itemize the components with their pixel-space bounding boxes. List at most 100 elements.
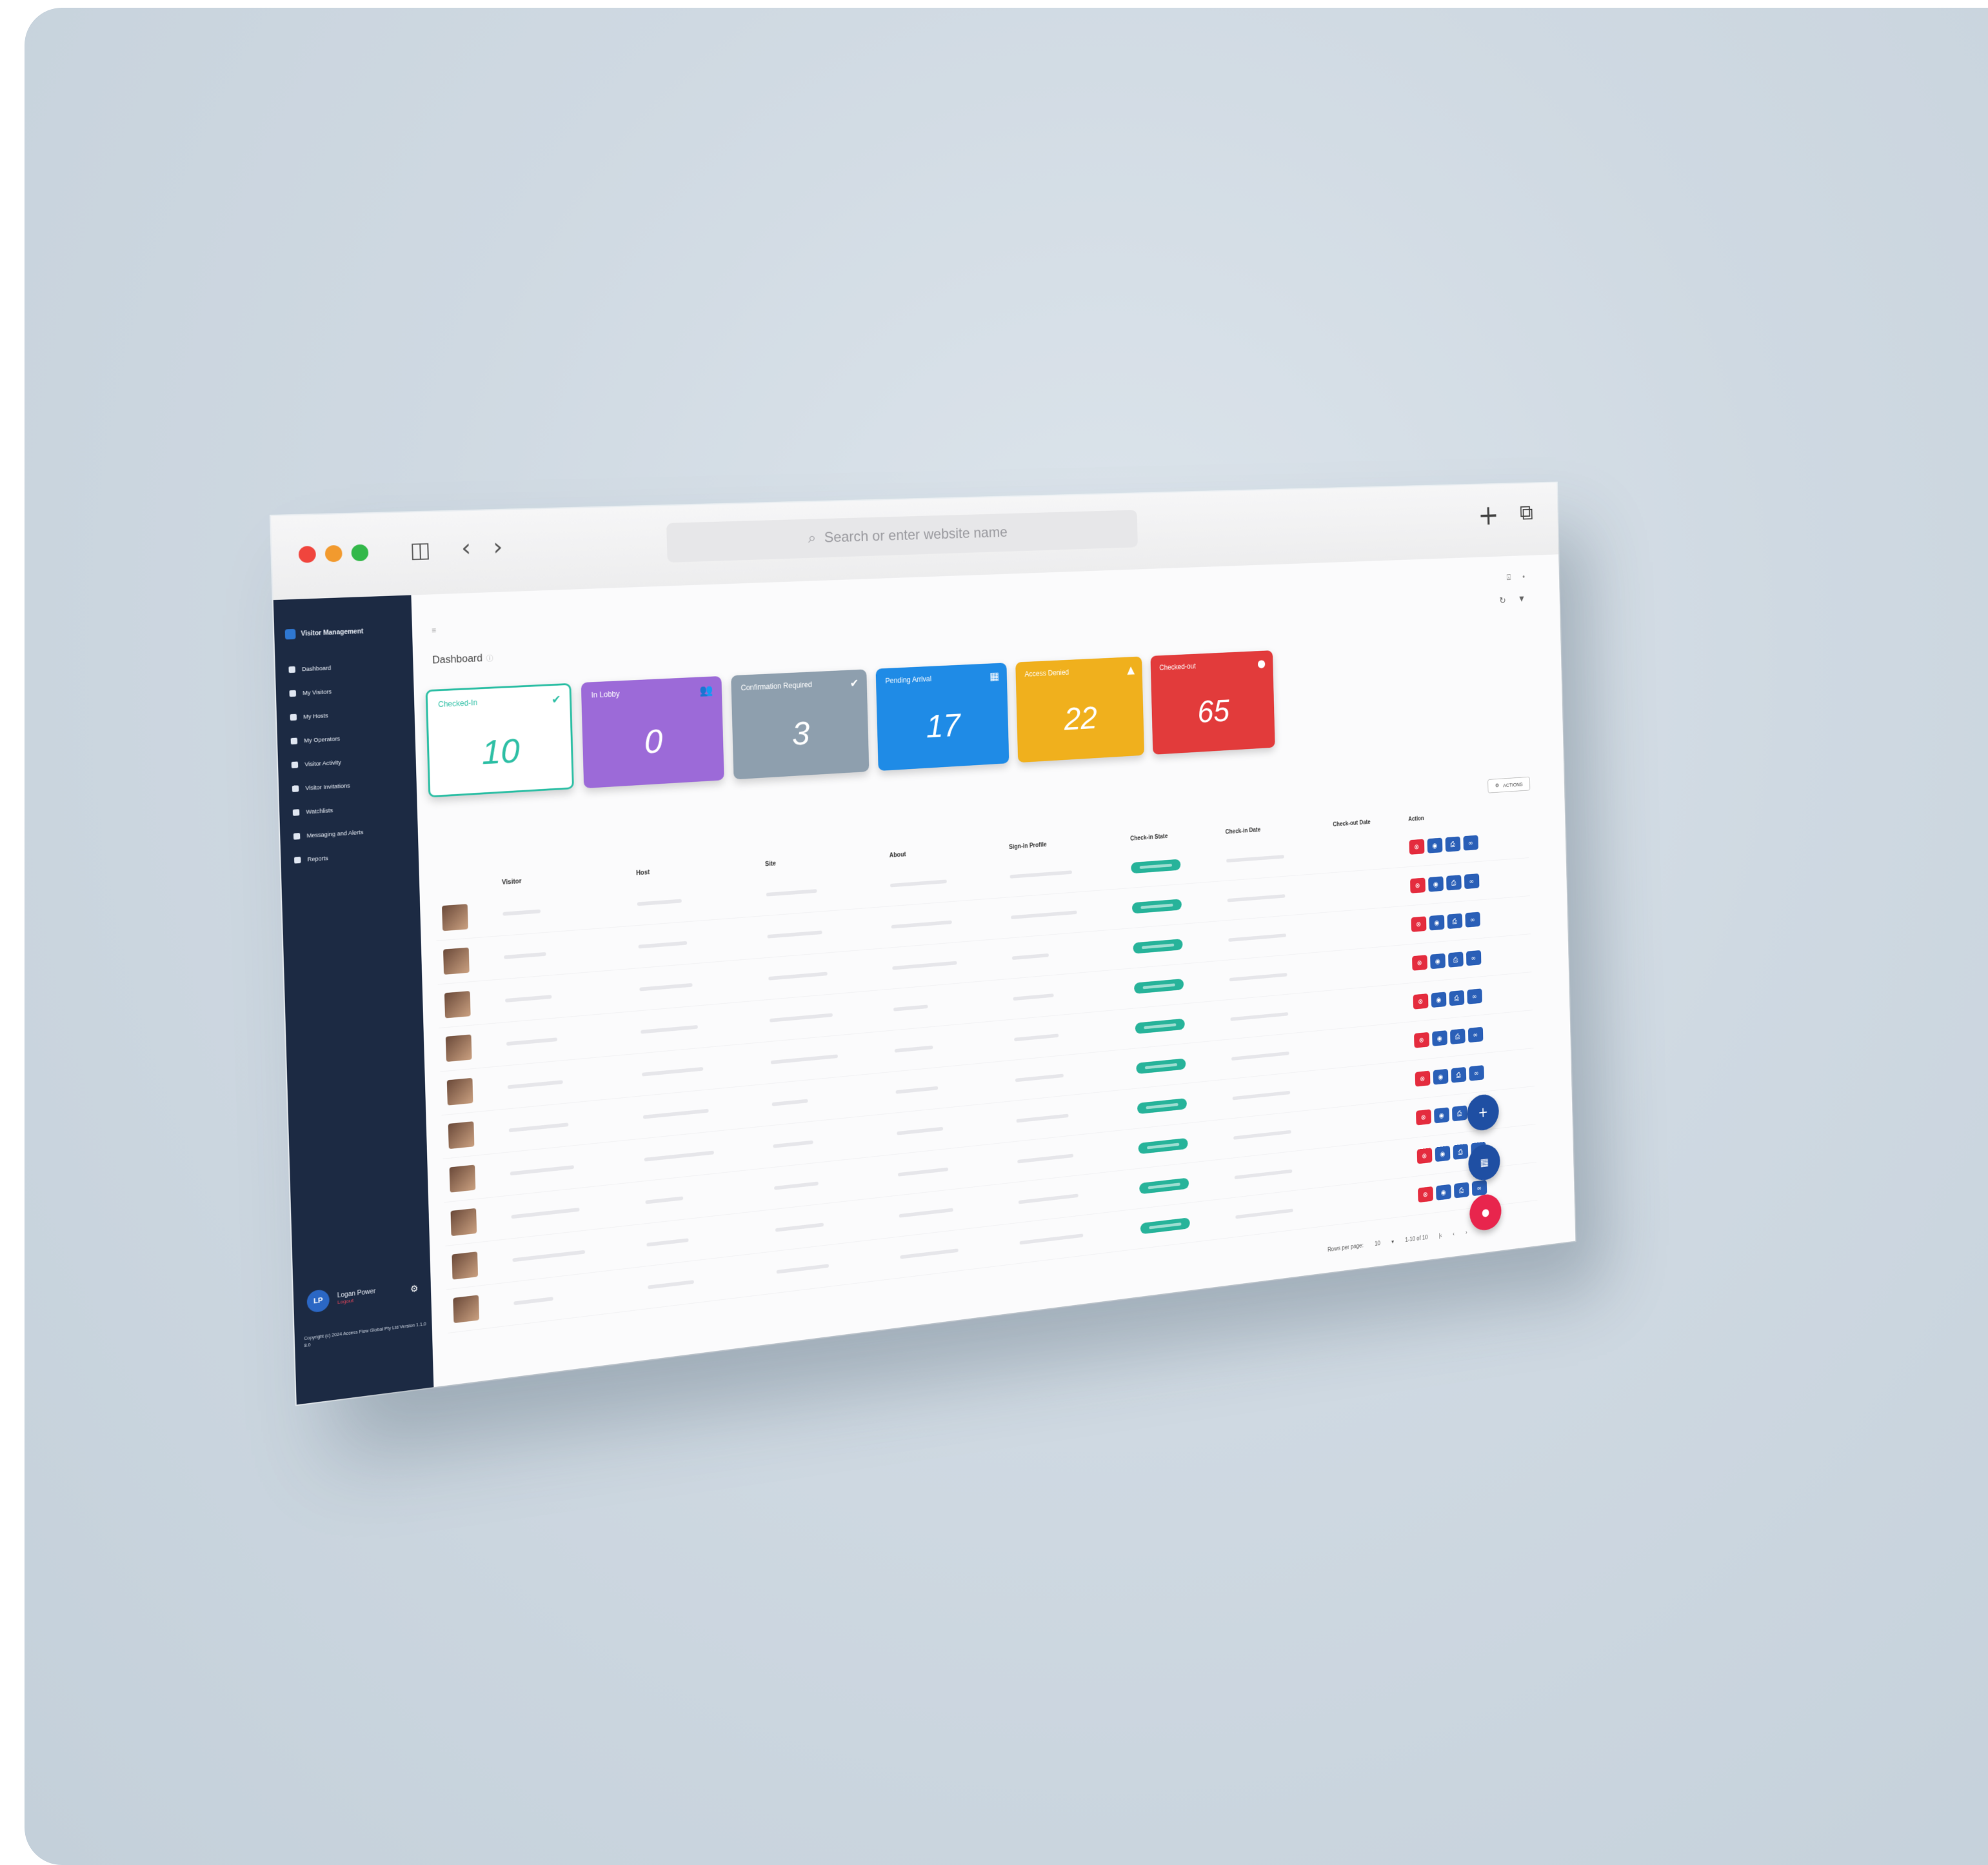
sidebar-item-label: Visitor Activity — [304, 759, 342, 768]
view-button[interactable]: ◉ — [1427, 837, 1443, 853]
view-button[interactable]: ◉ — [1433, 1068, 1449, 1085]
link-button[interactable]: ∞ — [1471, 1180, 1487, 1197]
delete-button[interactable]: ⊗ — [1409, 839, 1425, 855]
main-content: ≡ ⍓ • ↻ ▼ Dashboard ⓘ Checked-In ✔ 10 In Lob… — [411, 554, 1575, 1387]
address-bar[interactable]: ⌕ Search or enter website name — [666, 510, 1138, 563]
info-icon[interactable]: ⓘ — [486, 655, 493, 663]
brand[interactable]: Visitor Management — [284, 626, 364, 640]
view-button[interactable]: ◉ — [1435, 1146, 1451, 1162]
stat-card-value: 65 — [1197, 693, 1230, 730]
sidebar-item-reports[interactable]: Reports — [293, 844, 364, 872]
link-button[interactable]: ∞ — [1464, 912, 1480, 928]
link-button[interactable]: ∞ — [1466, 950, 1482, 966]
menu-icon[interactable]: ≡ — [432, 626, 436, 635]
invitations-icon — [292, 784, 299, 792]
filter-icon[interactable]: ▼ — [1518, 594, 1526, 606]
check-out-date-cell — [1329, 906, 1407, 952]
stat-card-label: Access Denied — [1024, 668, 1069, 679]
minimize-dot[interactable] — [324, 544, 343, 563]
stat-card[interactable]: Access Denied ▲ 22 — [1015, 656, 1145, 763]
back-icon[interactable]: ‹ — [461, 534, 471, 562]
watchlists-icon — [292, 808, 300, 816]
stat-card-value: 17 — [925, 707, 961, 745]
stat-card[interactable]: Pending Arrival ▦ 17 — [875, 663, 1009, 772]
rows-per-page-select[interactable]: 10 — [1375, 1241, 1380, 1248]
delete-button[interactable]: ⊗ — [1415, 1070, 1431, 1087]
gear-icon: ⚙ — [1495, 782, 1500, 788]
view-button[interactable]: ◉ — [1431, 992, 1447, 1008]
print-button[interactable]: ⎙ — [1447, 913, 1462, 930]
status-badge — [1136, 1057, 1186, 1074]
sidebar-item-dashboard[interactable]: Dashboard — [288, 655, 359, 682]
sidebar-item-activity[interactable]: Visitor Activity — [291, 749, 361, 777]
view-button[interactable]: ◉ — [1435, 1184, 1451, 1201]
sidebar-item-operators[interactable]: My Operators — [290, 726, 361, 753]
maximize-dot[interactable] — [351, 544, 369, 562]
delete-button[interactable]: ⊗ — [1415, 1109, 1431, 1126]
delete-button[interactable]: ⊗ — [1413, 993, 1429, 1010]
stat-card[interactable]: In Lobby 👥 0 — [581, 675, 724, 789]
status-badge — [1138, 1137, 1188, 1154]
print-button[interactable]: ⎙ — [1453, 1182, 1469, 1199]
print-button[interactable]: ⎙ — [1447, 952, 1464, 968]
link-button[interactable]: ∞ — [1463, 835, 1478, 851]
visitors-table: Visitor Host Site About Sign-in Profile Check… — [435, 803, 1538, 1333]
sidebar-item-invitations[interactable]: Visitor Invitations — [292, 773, 362, 801]
print-button[interactable]: ⎙ — [1449, 990, 1464, 1006]
stat-card[interactable]: Checked-out ● 65 — [1150, 650, 1275, 755]
delete-button[interactable]: ⊗ — [1417, 1186, 1433, 1203]
user-profile[interactable]: LP Logan Power Logout — [306, 1284, 376, 1313]
print-button[interactable]: ⎙ — [1449, 1028, 1466, 1045]
print-button[interactable]: ⎙ — [1451, 1105, 1467, 1122]
person-icon[interactable]: ⍓ — [1507, 573, 1511, 583]
close-dot[interactable] — [298, 546, 317, 563]
delete-button[interactable]: ⊗ — [1416, 1148, 1433, 1164]
delete-button[interactable]: ⊗ — [1411, 955, 1427, 971]
sidebar-item-hosts[interactable]: My Hosts — [290, 702, 360, 729]
check-out-date-cell — [1331, 983, 1409, 1030]
view-button[interactable]: ◉ — [1429, 915, 1445, 931]
print-button[interactable]: ⎙ — [1446, 875, 1462, 891]
print-button[interactable]: ⎙ — [1453, 1143, 1468, 1160]
sidebar-toggle-icon[interactable]: ◫ — [410, 537, 431, 563]
stat-card[interactable]: Checked-In ✔ 10 — [425, 683, 574, 798]
stat-card-value: 10 — [481, 732, 521, 772]
stat-card-label: Pending Arrival — [885, 674, 932, 686]
link-button[interactable]: ∞ — [1466, 988, 1482, 1004]
new-tab-icon[interactable]: + — [1478, 499, 1499, 532]
page-title: Dashboard ⓘ — [432, 653, 493, 667]
link-button[interactable]: ∞ — [1468, 1065, 1484, 1081]
tabs-icon[interactable]: ⧉ — [1520, 500, 1534, 525]
gear-icon[interactable]: ⚙ — [410, 1283, 419, 1295]
print-button[interactable]: ⎙ — [1445, 836, 1460, 852]
delete-button[interactable]: ⊗ — [1413, 1032, 1429, 1048]
stat-card[interactable]: Confirmation Required ✔ 3 — [731, 669, 870, 780]
view-button[interactable]: ◉ — [1433, 1107, 1449, 1124]
link-button[interactable]: ∞ — [1464, 873, 1480, 890]
actions-button[interactable]: ⚙ ACTIONS — [1487, 776, 1531, 793]
first-page-icon[interactable]: |‹ — [1439, 1233, 1442, 1239]
delete-button[interactable]: ⊗ — [1411, 916, 1427, 932]
delete-button[interactable]: ⊗ — [1409, 877, 1426, 893]
photo-cell — [436, 936, 499, 984]
visitor-photo — [452, 1252, 479, 1280]
warning-icon: ▲ — [1126, 663, 1135, 677]
notification-icon[interactable]: • — [1522, 572, 1525, 582]
forward-icon[interactable]: › — [493, 533, 503, 561]
next-page-icon[interactable]: › — [1466, 1230, 1467, 1236]
brand-logo-icon — [284, 628, 296, 640]
photo-cell — [444, 1195, 506, 1246]
refresh-icon[interactable]: ↻ — [1499, 595, 1506, 606]
prev-page-icon[interactable]: ‹ — [1453, 1232, 1455, 1238]
view-button[interactable]: ◉ — [1431, 1030, 1447, 1046]
view-button[interactable]: ◉ — [1427, 876, 1444, 892]
exit-icon: ● — [1257, 657, 1266, 670]
sidebar-item-visitors[interactable]: My Visitors — [289, 678, 359, 705]
link-button[interactable]: ∞ — [1467, 1026, 1484, 1043]
view-button[interactable]: ◉ — [1429, 953, 1446, 970]
browser-window: ◫ ‹ › ⌕ Search or enter website name + ⧉… — [271, 483, 1576, 1405]
visitor-photo — [450, 1208, 477, 1237]
print-button[interactable]: ⎙ — [1451, 1066, 1466, 1083]
operators-icon — [290, 737, 298, 744]
dropdown-arrow-icon[interactable]: ▾ — [1391, 1239, 1394, 1245]
